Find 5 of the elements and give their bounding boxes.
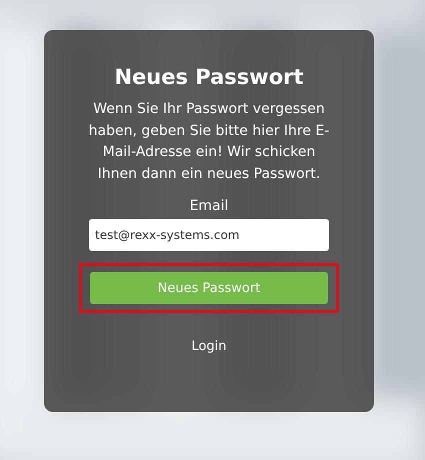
login-link[interactable]: Login — [191, 339, 227, 355]
page-title: Neues Passwort — [114, 64, 304, 90]
instruction-text: Wenn Sie Ihr Passwort vergessen haben, geben Sie bitte hier Ihre E-Mail-Adresse ein! Wir schicken Ihnen dann ein neues Passwort. — [88, 100, 330, 184]
email-field[interactable]: test@rexx-systems.com — [89, 219, 329, 251]
email-label: Email — [190, 197, 228, 215]
